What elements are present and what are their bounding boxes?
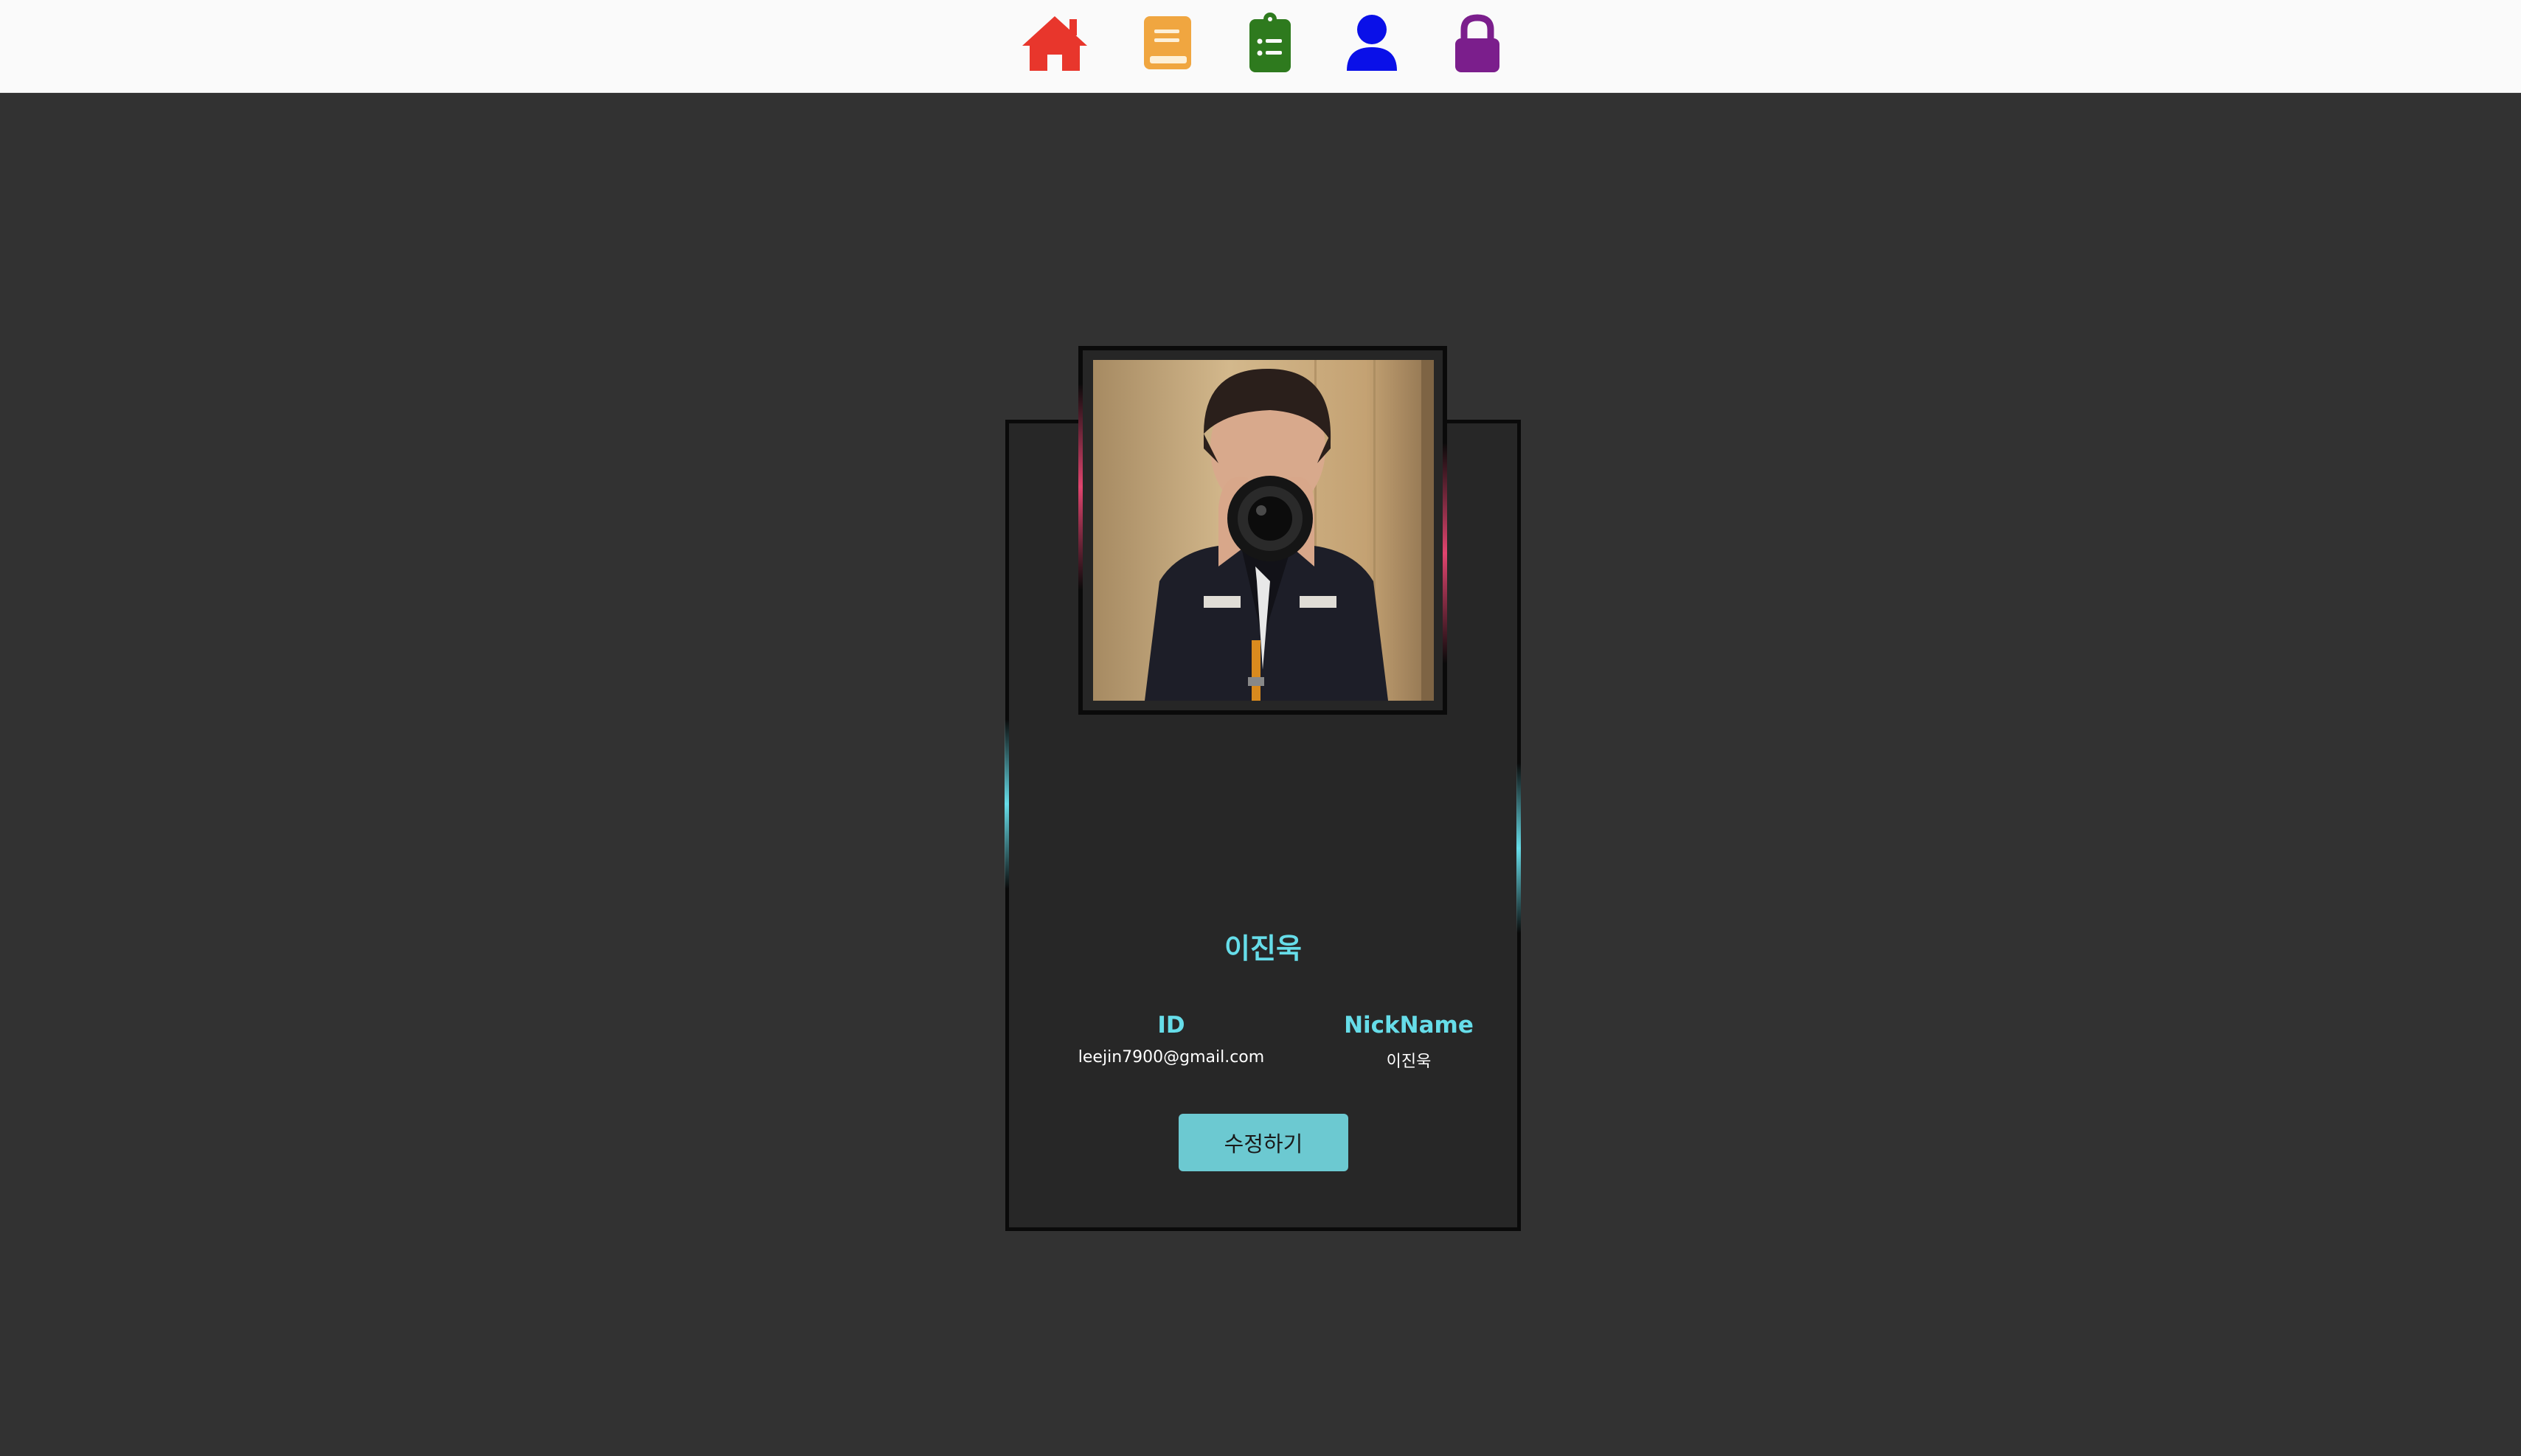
card-glow-right [1516,763,1521,933]
id-value: leejin7900@gmail.com [1078,1048,1265,1067]
nickname-value: 이진욱 [1386,1053,1432,1071]
book-icon[interactable] [1132,12,1203,75]
lock-icon[interactable] [1442,12,1513,75]
photo-glow-left [1078,384,1083,590]
edit-profile-button[interactable]: 수정하기 [1179,1114,1348,1171]
user-icon[interactable] [1336,12,1407,75]
home-icon[interactable] [1019,12,1090,75]
card-glow-left [1005,719,1009,889]
clipboard-list-icon[interactable] [1235,12,1305,75]
profile-photo [1093,360,1434,701]
nickname-label: NickName [1344,1012,1474,1039]
top-navigation-bar [0,0,2521,93]
profile-name: 이진욱 [1224,932,1302,965]
id-label: ID [1157,1012,1185,1039]
photo-glow-right [1443,443,1447,664]
